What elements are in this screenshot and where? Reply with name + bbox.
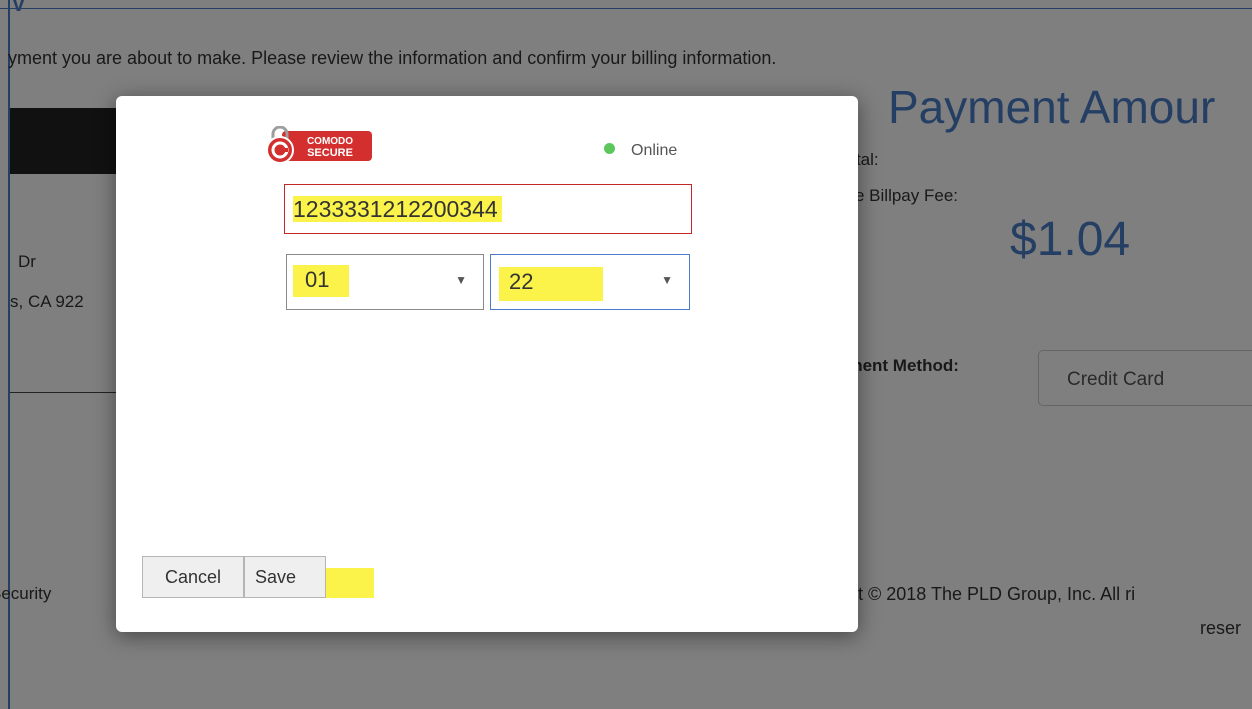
online-status-icon	[604, 143, 615, 154]
logo-line-1: COMODO	[307, 136, 353, 147]
expiry-month-value: 01	[293, 265, 350, 297]
save-button[interactable]: Save	[244, 556, 326, 598]
card-number-input[interactable]: 1233331212200344	[284, 184, 692, 234]
expiry-month-select[interactable]: 01 ▼	[286, 254, 484, 310]
save-button-label: Save	[255, 566, 297, 587]
card-entry-dialog: COMODO SECURE Online 1233331212200344 01…	[116, 96, 858, 632]
status-label: Online	[631, 142, 678, 159]
chevron-down-icon: ▼	[661, 273, 673, 287]
card-number-value: 1233331212200344	[293, 196, 502, 222]
expiry-year-value: 22	[499, 267, 604, 301]
logo-line-2: SECURE	[307, 147, 353, 159]
comodo-secure-logo: COMODO SECURE	[264, 124, 392, 167]
expiry-year-select[interactable]: 22 ▼	[490, 254, 690, 310]
chevron-down-icon: ▼	[455, 273, 467, 287]
cancel-button[interactable]: Cancel	[142, 556, 244, 598]
connection-status: Online	[604, 142, 677, 160]
secure-badge-icon: COMODO SECURE	[264, 126, 372, 164]
